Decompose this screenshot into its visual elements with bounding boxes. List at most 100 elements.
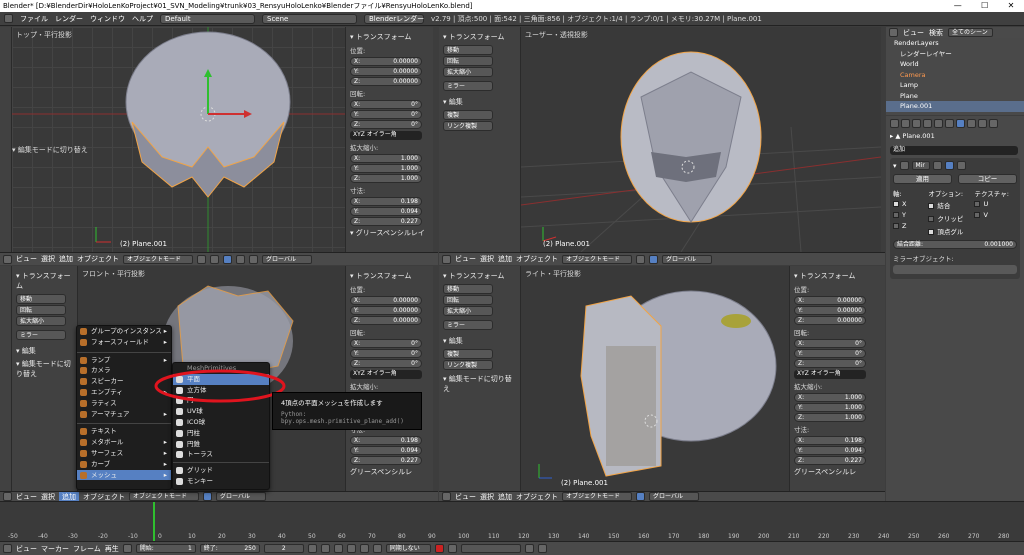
- outliner-item[interactable]: Camera: [886, 70, 1024, 81]
- tool-transform-section[interactable]: ▾ トランスフォーム: [443, 32, 516, 42]
- rotation-x-field[interactable]: X: 0°: [350, 100, 422, 109]
- viewport-top-left[interactable]: トップ・平行投影 ▾ 編集モードに切り替え (2) Plane.001: [12, 27, 345, 252]
- editor-type-icon[interactable]: [442, 492, 451, 501]
- tool-tabs-left-bottom[interactable]: [0, 266, 12, 491]
- rotation-y-field[interactable]: Y: 0°: [350, 110, 422, 119]
- transform-section[interactable]: ▾ トランスフォーム: [350, 32, 429, 42]
- end-frame-field[interactable]: 終了: 250: [199, 544, 260, 553]
- dimension-x-field[interactable]: X: 0.198: [350, 436, 422, 445]
- sync-select[interactable]: 同期しない: [385, 544, 431, 553]
- modifier-name-field[interactable]: Mir: [911, 161, 930, 170]
- location-y-field[interactable]: Y: 0.00000: [350, 67, 422, 76]
- add-modifier-select[interactable]: 追加: [890, 146, 1018, 155]
- rotation-y-field[interactable]: Y: 0°: [350, 349, 422, 358]
- add-menu-item[interactable]: アーマチュア ▸: [77, 409, 171, 420]
- pivot-icon[interactable]: [210, 254, 219, 264]
- constraints-tab-icon[interactable]: [945, 119, 954, 128]
- menu-view[interactable]: ビュー: [455, 492, 476, 501]
- jump-start-icon[interactable]: [307, 544, 317, 553]
- mesh-item-cylinder[interactable]: 円柱: [173, 428, 269, 439]
- menu-select[interactable]: 選択: [480, 492, 494, 501]
- mesh-item-ico-sphere[interactable]: ICO球: [173, 417, 269, 428]
- outliner-menu-search[interactable]: 検索: [929, 28, 943, 38]
- outliner-menu-view[interactable]: ビュー: [903, 28, 924, 38]
- add-menu-item[interactable]: フォースフィールド ▸: [77, 337, 171, 348]
- add-menu-item[interactable]: サーフェス ▸: [77, 448, 171, 459]
- world-tab-icon[interactable]: [923, 119, 932, 128]
- scale-z-field[interactable]: Z:1.000: [794, 413, 866, 422]
- orientation-select[interactable]: グローバル: [262, 254, 312, 264]
- scene-select[interactable]: Scene: [262, 13, 357, 24]
- dimension-x-field[interactable]: X: 0.198: [350, 197, 422, 206]
- menu-object[interactable]: オブジェクト: [83, 492, 125, 501]
- menu-file[interactable]: ファイル: [20, 14, 48, 24]
- mesh-item-monkey[interactable]: モンキー: [173, 476, 269, 487]
- collapse-icon[interactable]: ▾: [893, 162, 897, 170]
- grease-pencil-section[interactable]: グリースペンシルレ: [350, 467, 429, 477]
- record-icon[interactable]: [434, 544, 444, 553]
- timeline-editor-icon[interactable]: [3, 544, 12, 553]
- viewport-toggle-icon[interactable]: [944, 161, 954, 170]
- menu-object[interactable]: オブジェクト: [516, 254, 558, 264]
- layout-select[interactable]: Default: [160, 13, 255, 24]
- scene-tab-icon[interactable]: [912, 119, 921, 128]
- dimension-y-field[interactable]: Y: 0.094: [350, 446, 422, 455]
- merge-checkbox[interactable]: 結合: [928, 200, 974, 210]
- rotation-x-field[interactable]: X: 0°: [350, 339, 422, 348]
- scale-button[interactable]: 拡大縮小: [443, 306, 493, 316]
- dimension-z-field[interactable]: Z: 0.227: [794, 456, 866, 465]
- orientation-select[interactable]: グローバル: [662, 254, 712, 264]
- duplicate-button[interactable]: 複製: [443, 110, 493, 120]
- menu-add-active[interactable]: 追加: [59, 492, 79, 501]
- shading-icon[interactable]: [636, 254, 645, 264]
- outliner-item[interactable]: World: [886, 59, 1024, 70]
- play-reverse-icon[interactable]: [333, 544, 343, 553]
- menu-view[interactable]: ビュー: [16, 254, 37, 264]
- mesh-item-torus[interactable]: トーラス: [173, 449, 269, 460]
- mesh-item-grid[interactable]: グリッド: [173, 465, 269, 476]
- timeline[interactable]: -50 -40 -30 -20 -10 0 10 20 30 40 50 60 70 80 90 100 110…: [0, 501, 1024, 542]
- info-editor-icon[interactable]: [4, 14, 13, 23]
- duplicate-button[interactable]: 複製: [443, 349, 493, 359]
- mesh-item-cone[interactable]: 円錐: [173, 439, 269, 450]
- scale-button[interactable]: 拡大縮小: [16, 316, 66, 326]
- jump-end-icon[interactable]: [372, 544, 382, 553]
- insert-key-icon[interactable]: [524, 544, 534, 553]
- rotation-z-field[interactable]: Z: 0°: [794, 359, 866, 368]
- rotate-button[interactable]: 回転: [16, 305, 66, 315]
- add-menu-item[interactable]: テキスト: [77, 426, 171, 437]
- link-duplicate-button[interactable]: リンク複製: [443, 360, 493, 370]
- vertex-groups-checkbox[interactable]: 頂点グル: [928, 226, 974, 236]
- close-icon[interactable]: ✕: [1008, 0, 1015, 12]
- keying-set-field[interactable]: [460, 544, 521, 553]
- material-tab-icon[interactable]: [978, 119, 987, 128]
- keying-icon[interactable]: [447, 544, 457, 553]
- editor-type-icon[interactable]: [442, 254, 451, 264]
- dimension-z-field[interactable]: Z: 0.227: [350, 217, 422, 226]
- modifiers-tab-icon[interactable]: [956, 119, 965, 128]
- menu-object[interactable]: オブジェクト: [516, 492, 558, 501]
- add-menu-item[interactable]: メタボール ▸: [77, 437, 171, 448]
- scale-y-field[interactable]: Y:1.000: [794, 403, 866, 412]
- menu-select[interactable]: 選択: [41, 254, 55, 264]
- dimension-x-field[interactable]: X: 0.198: [794, 436, 866, 445]
- scale-x-field[interactable]: X:1.000: [350, 154, 422, 163]
- timeline-menu-view[interactable]: ビュー: [16, 544, 37, 554]
- texture-tab-icon[interactable]: [989, 119, 998, 128]
- current-frame-field[interactable]: 2: [263, 544, 304, 553]
- transform-section[interactable]: ▾ トランスフォーム: [350, 271, 429, 281]
- tool-edit-section[interactable]: ▾ 編集: [443, 336, 516, 346]
- mirror-button[interactable]: ミラー: [443, 320, 493, 330]
- tool-edit-section[interactable]: ▾ 編集: [443, 97, 516, 107]
- location-y-field[interactable]: Y: 0.00000: [794, 306, 866, 315]
- mirror-button[interactable]: ミラー: [443, 81, 493, 91]
- preview-range-icon[interactable]: [122, 544, 132, 553]
- manipulator-icon[interactable]: [203, 492, 212, 501]
- menu-view[interactable]: ビュー: [455, 254, 476, 264]
- add-menu-item[interactable]: グループのインスタンス ▸: [77, 326, 171, 337]
- rotation-z-field[interactable]: Z: 0°: [350, 359, 422, 368]
- translate-button[interactable]: 移動: [16, 294, 66, 304]
- delete-key-icon[interactable]: [537, 544, 547, 553]
- merge-distance-field[interactable]: 結合距離: 0.001000: [893, 240, 1017, 249]
- rotation-z-field[interactable]: Z: 0°: [350, 120, 422, 129]
